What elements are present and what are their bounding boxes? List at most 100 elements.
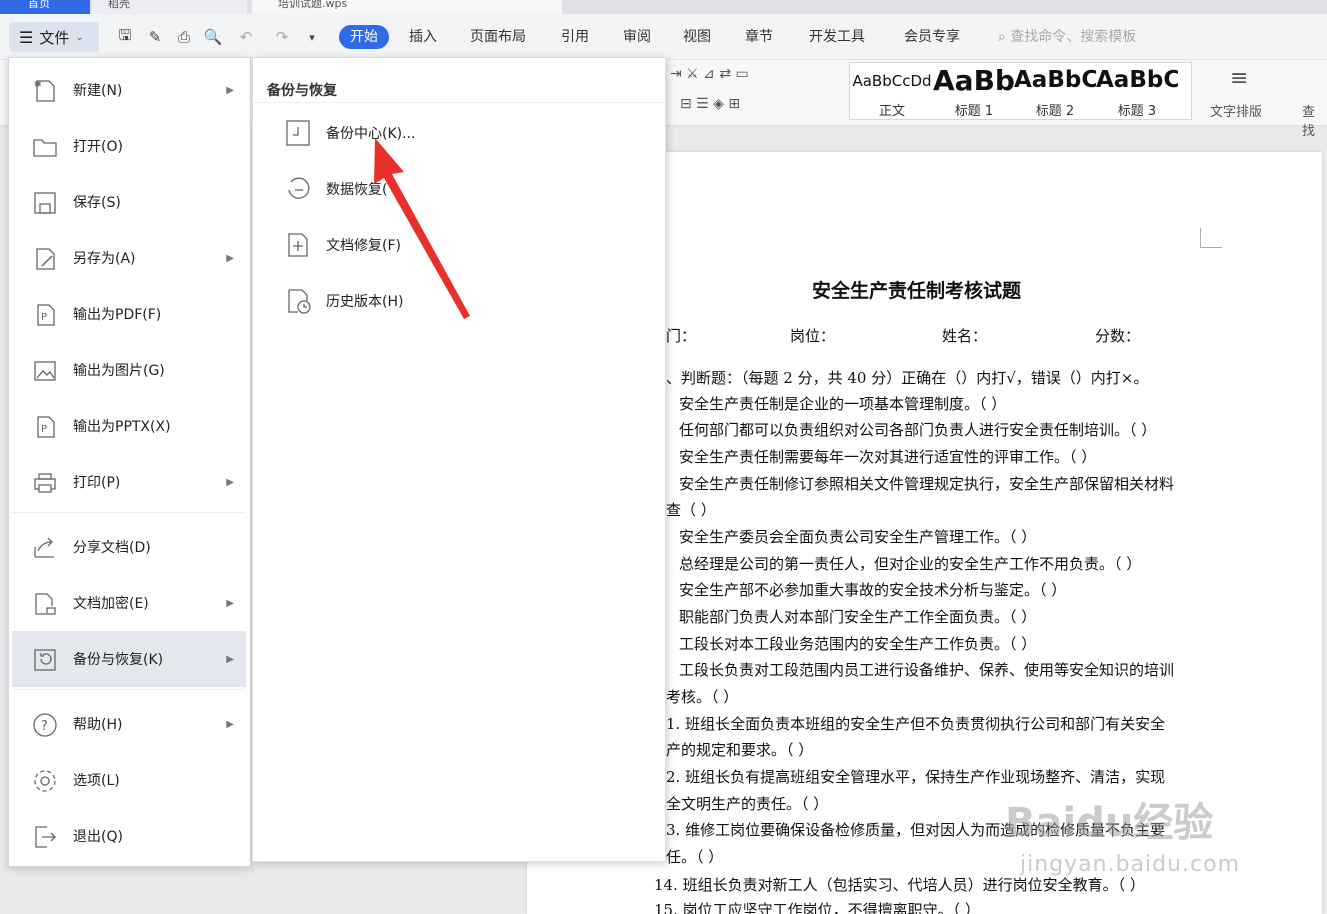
print-icon[interactable]: ⎙ bbox=[172, 24, 196, 50]
ribbon-tab-view[interactable]: 视图 bbox=[677, 22, 717, 52]
undo-icon[interactable]: ↶ bbox=[234, 24, 258, 50]
style-name: 正文 bbox=[878, 104, 905, 119]
tab-document[interactable]: 培训试题.wps bbox=[252, 0, 562, 14]
image-icon bbox=[34, 361, 56, 381]
file-menu-button[interactable]: ☰ 文件 ⌄ bbox=[9, 22, 99, 52]
menu-item-open[interactable]: 打开(O) bbox=[12, 118, 246, 174]
ribbon-tab-references[interactable]: 引用 bbox=[555, 22, 595, 52]
text-layout-button[interactable]: 文字排版 bbox=[1210, 101, 1262, 120]
menu-item-label: 备份与恢复(K) bbox=[73, 652, 164, 668]
menu-item-label: 另存为(A) bbox=[73, 251, 136, 267]
chevron-right-icon: ▶ bbox=[226, 718, 234, 730]
svg-text:P: P bbox=[41, 424, 47, 435]
menu-item-options[interactable]: 选项(L) bbox=[12, 752, 246, 808]
print-preview-icon[interactable]: 🔍 bbox=[201, 24, 225, 50]
menu-item-new[interactable]: ✱ 新建(N) ▶ bbox=[12, 62, 246, 118]
backup-center-icon bbox=[286, 120, 310, 146]
ribbon-tab-chapter[interactable]: 章节 bbox=[739, 22, 779, 52]
help-icon: ? bbox=[33, 713, 57, 737]
menu-item-backup-restore[interactable]: 备份与恢复(K) ▶ bbox=[12, 631, 246, 687]
field-position: 岗位： bbox=[790, 327, 836, 345]
menu-item-label: 打印(P) bbox=[73, 475, 121, 491]
menu-item-encrypt[interactable]: 文档加密(E) ▶ bbox=[12, 575, 246, 631]
format-painter-icon[interactable]: ✎ bbox=[143, 24, 167, 50]
pptx-icon: P bbox=[37, 416, 55, 438]
doc-line: 职能部门负责人对本部门安全生产工作全面负责。（ ） bbox=[679, 608, 1037, 626]
doc-line: 1. 班组长全面负责本班组的安全生产但不负责贯彻执行公司和部门有关安全 bbox=[666, 715, 1166, 733]
menu-item-label: 退出(Q) bbox=[73, 829, 123, 845]
doc-line: 查（ ） bbox=[666, 501, 716, 519]
style-name: 标题 3 bbox=[1117, 104, 1157, 119]
menu-item-print[interactable]: 打印(P) ▶ bbox=[12, 454, 246, 510]
doc-line: 2. 班组长负有提高班组安全管理水平，保持生产作业现场整齐、清洁，实现 bbox=[666, 768, 1166, 786]
text-layout-icon[interactable]: ≡ bbox=[1230, 66, 1248, 91]
watermark-logo: Baidu经验 bbox=[1005, 800, 1214, 846]
submenu-title: 备份与恢复 bbox=[267, 83, 337, 99]
style-heading-1[interactable]: AaBb 标题 1 bbox=[933, 62, 1015, 120]
find-button[interactable]: 查找 bbox=[1302, 101, 1327, 139]
tab-home[interactable]: 首页 bbox=[0, 0, 90, 14]
ribbon-tab-start[interactable]: 开始 bbox=[339, 25, 389, 49]
doc-line: 任何部门都可以负责组织对公司各部门负责人进行安全责任制培训。（ ） bbox=[679, 421, 1157, 439]
annotation-arrow-icon bbox=[374, 138, 470, 319]
data-recovery-icon bbox=[288, 177, 310, 199]
doc-line: 工段长负责对工段范围内员工进行设备维护、保养、使用等安全知识的培训 bbox=[679, 661, 1175, 679]
style-sample: AaBbC bbox=[1096, 67, 1178, 93]
menu-item-save[interactable]: 保存(S) bbox=[12, 174, 246, 230]
style-name: 标题 2 bbox=[1035, 104, 1075, 119]
search-icon: ⌕ bbox=[998, 29, 1006, 45]
chevron-right-icon: ▶ bbox=[226, 84, 234, 96]
margin-corner-mark bbox=[1200, 228, 1222, 248]
save-icon[interactable]: 🖫 bbox=[113, 24, 137, 50]
svg-text:?: ? bbox=[41, 719, 48, 734]
backup-icon bbox=[34, 649, 56, 671]
style-sample: AaBbCcDd bbox=[852, 72, 932, 90]
ribbon-tab-developer[interactable]: 开发工具 bbox=[803, 22, 871, 52]
menu-item-label: 输出为PDF(F) bbox=[73, 307, 162, 323]
customize-toolbar-icon[interactable]: ▾ bbox=[300, 24, 324, 50]
style-normal[interactable]: AaBbCcDd 正文 bbox=[851, 62, 933, 120]
menu-item-label: 打开(O) bbox=[73, 139, 123, 155]
redo-icon[interactable]: ↷ bbox=[270, 24, 294, 50]
doc-line: 总经理是公司的第一责任人，但对企业的安全生产工作不用负责。（ ） bbox=[679, 555, 1142, 573]
paragraph-tools-icon[interactable]: ⊟ ☰ ◈ ⊞ bbox=[680, 96, 740, 112]
menu-item-share[interactable]: 分享文档(D) bbox=[12, 519, 246, 575]
search-box[interactable]: ⌕ 查找命令、搜索模板 bbox=[998, 22, 1136, 52]
chevron-right-icon: ▶ bbox=[226, 252, 234, 264]
ribbon-tab-review[interactable]: 审阅 bbox=[617, 22, 657, 52]
ribbon-tab-insert[interactable]: 插入 bbox=[403, 22, 443, 52]
menu-item-label: 新建(N) bbox=[73, 83, 123, 99]
ribbon-tab-member[interactable]: 会员专享 bbox=[898, 22, 966, 52]
menu-item-export-image[interactable]: 输出为图片(G) bbox=[12, 342, 246, 398]
menu-item-label: 选项(L) bbox=[73, 773, 120, 789]
menu-item-help[interactable]: ? 帮助(H) ▶ bbox=[12, 696, 246, 752]
svg-text:✱: ✱ bbox=[34, 80, 42, 90]
file-menu-label: 文件 bbox=[39, 28, 70, 47]
indent-icon[interactable]: ⇥ ⚔ ⊿ ⇄ ▭ bbox=[670, 66, 749, 82]
menu-item-label: 保存(S) bbox=[73, 195, 121, 211]
menu-item-export-pdf[interactable]: P 输出为PDF(F) bbox=[12, 286, 246, 342]
hamburger-icon: ☰ bbox=[19, 27, 34, 47]
chevron-down-icon: ⌄ bbox=[75, 31, 84, 43]
style-sample: AaBb bbox=[933, 64, 1015, 97]
menu-item-label: 输出为图片(G) bbox=[73, 363, 165, 379]
chevron-right-icon: ▶ bbox=[226, 476, 234, 488]
exit-icon bbox=[35, 826, 56, 848]
tab-docer[interactable]: 稻壳 bbox=[92, 0, 247, 14]
svg-text:P: P bbox=[41, 312, 47, 323]
doc-line: 任。（ ） bbox=[666, 848, 724, 866]
menu-item-save-as[interactable]: 另存为(A) ▶ bbox=[12, 230, 246, 286]
menu-separator bbox=[12, 689, 244, 690]
print-icon bbox=[34, 473, 56, 493]
doc-line: 安全生产委员会全面负责公司安全生产管理工作。（ ） bbox=[679, 528, 1037, 546]
ribbon-tab-page-layout[interactable]: 页面布局 bbox=[464, 22, 532, 52]
style-sample: AaBbC bbox=[1014, 67, 1096, 93]
style-heading-3[interactable]: AaBbC 标题 3 bbox=[1096, 62, 1178, 120]
chevron-right-icon: ▶ bbox=[226, 597, 234, 609]
menu-item-exit[interactable]: 退出(Q) bbox=[12, 808, 246, 864]
save-icon bbox=[34, 192, 56, 214]
menu-item-export-pptx[interactable]: P 输出为PPTX(X) bbox=[12, 398, 246, 454]
style-heading-2[interactable]: AaBbC 标题 2 bbox=[1014, 62, 1096, 120]
doc-line: 安全生产责任制修订参照相关文件管理规定执行，安全生产部保留相关材料 bbox=[679, 475, 1175, 493]
submenu-divider bbox=[252, 102, 666, 103]
